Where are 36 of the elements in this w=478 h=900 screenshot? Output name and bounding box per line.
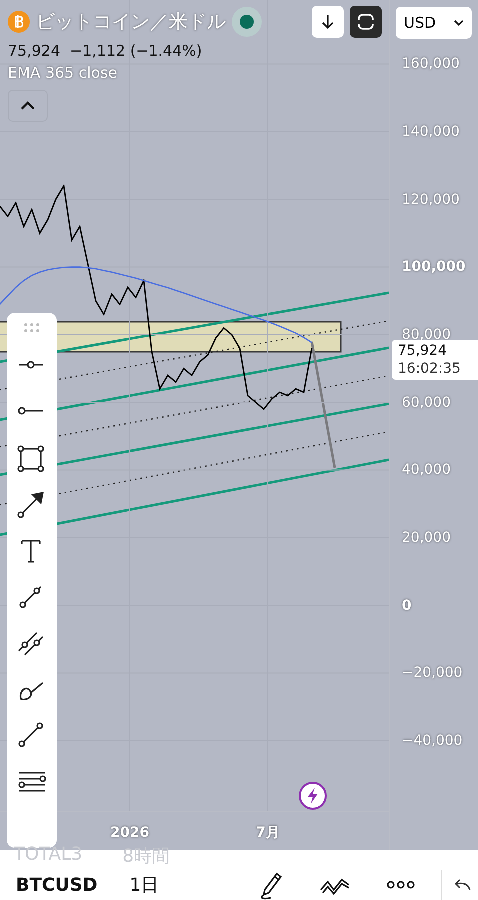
more-icon bbox=[387, 880, 415, 890]
bitcoin-icon bbox=[8, 11, 30, 33]
axis-label: 0 bbox=[402, 598, 412, 614]
frame-icon bbox=[357, 13, 375, 31]
axis-label: 80,000 bbox=[402, 326, 451, 343]
indicator-label: EMA 365 close bbox=[8, 64, 118, 82]
symbol-title: ビットコイン／米ドル bbox=[36, 10, 226, 35]
axis-label: 160,000 bbox=[402, 56, 460, 72]
market-status-icon bbox=[232, 7, 262, 37]
axis-label: 120,000 bbox=[402, 192, 460, 208]
currency-dropdown[interactable]: USD bbox=[396, 7, 472, 39]
axis-label: 20,000 bbox=[402, 530, 451, 546]
lightning-icon[interactable] bbox=[298, 781, 328, 811]
axis-label: 40,000 bbox=[402, 462, 451, 478]
axis-label: 2026 bbox=[110, 825, 150, 841]
more-button[interactable] bbox=[387, 880, 415, 890]
chevron-up-icon bbox=[20, 101, 36, 111]
chevron-down-icon bbox=[454, 20, 464, 26]
axis-label: −20,000 bbox=[402, 665, 463, 682]
arrow-icon[interactable] bbox=[17, 491, 47, 519]
fullscreen-button[interactable] bbox=[350, 6, 382, 38]
undo-button[interactable] bbox=[454, 878, 472, 892]
collapse-button[interactable] bbox=[8, 90, 48, 122]
price-label: 75,924 16:02:35 bbox=[392, 340, 478, 380]
axis-label: 140,000 bbox=[402, 124, 460, 140]
down-arrow-icon bbox=[321, 14, 335, 30]
rectangle-icon[interactable] bbox=[17, 445, 47, 473]
axis-label: 60,000 bbox=[402, 394, 451, 411]
symbol-button[interactable]: BTCUSD bbox=[16, 874, 98, 896]
axis-label: 100,000 bbox=[402, 259, 466, 276]
axis-label: −40,000 bbox=[402, 732, 463, 749]
axis-label: 7月 bbox=[256, 825, 280, 841]
download-button[interactable] bbox=[312, 6, 344, 38]
interval-button[interactable]: 1日 bbox=[130, 873, 160, 897]
price-change-text: 75,924 −1,112 (−1.44%) bbox=[8, 42, 204, 60]
undo-icon bbox=[454, 878, 472, 892]
